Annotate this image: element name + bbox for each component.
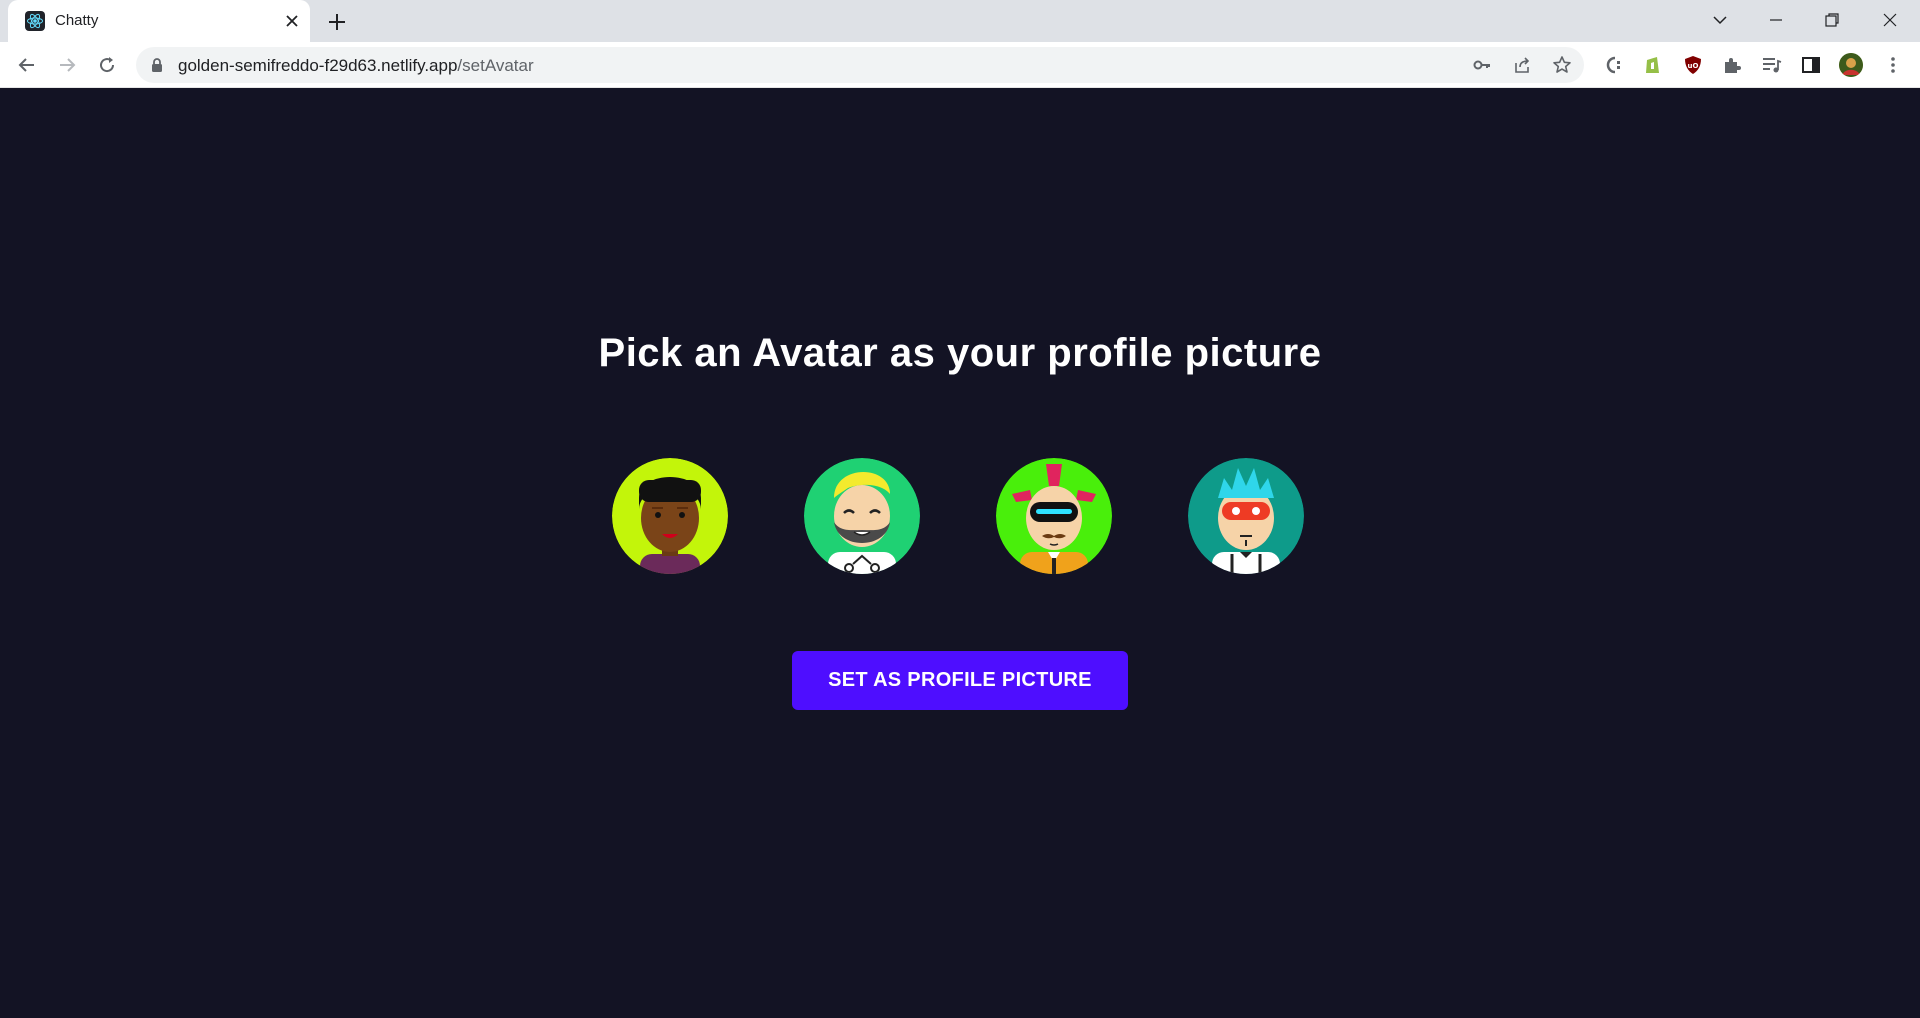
extension-c-icon[interactable] xyxy=(1602,53,1626,77)
page-title: Pick an Avatar as your profile picture xyxy=(598,331,1322,375)
address-bar[interactable]: golden-semifreddo-f29d63.netlify.app/set… xyxy=(136,47,1584,83)
avatar-option-2[interactable] xyxy=(800,454,924,578)
menu-kebab-icon[interactable] xyxy=(1881,53,1905,77)
set-profile-picture-button[interactable]: SET AS PROFILE PICTURE xyxy=(792,651,1128,710)
close-window-icon[interactable] xyxy=(1862,0,1918,40)
set-avatar-page: Pick an Avatar as your profile picture S… xyxy=(0,89,1920,1018)
browser-toolbar: golden-semifreddo-f29d63.netlify.app/set… xyxy=(0,42,1920,88)
url-host: golden-semifreddo-f29d63.netlify.app xyxy=(178,56,458,75)
close-tab-icon[interactable] xyxy=(280,9,304,33)
react-icon xyxy=(25,11,45,31)
back-icon[interactable] xyxy=(11,49,43,81)
tab-title: Chatty xyxy=(55,12,99,29)
extensions-puzzle-icon[interactable] xyxy=(1720,53,1744,77)
avatar-masked-hero-icon xyxy=(1188,458,1304,574)
tab-search-chevron-icon[interactable] xyxy=(1692,0,1748,40)
tab-strip: Chatty xyxy=(0,0,1920,42)
new-tab-button[interactable] xyxy=(323,8,351,36)
side-panel-icon[interactable] xyxy=(1799,53,1823,77)
media-playlist-icon[interactable] xyxy=(1759,53,1783,77)
avatar-list xyxy=(608,454,1308,578)
lock-icon[interactable] xyxy=(150,57,164,78)
url-text: golden-semifreddo-f29d63.netlify.app/set… xyxy=(178,56,534,76)
minimize-icon[interactable] xyxy=(1748,0,1804,40)
profile-avatar-icon[interactable] xyxy=(1839,53,1863,77)
avatar-woman-icon xyxy=(612,458,728,574)
ublock-shield-icon[interactable]: uO xyxy=(1681,53,1705,77)
extension-shopify-icon[interactable] xyxy=(1641,53,1665,77)
avatar-option-4[interactable] xyxy=(1184,454,1308,578)
avatar-punk-goggles-icon xyxy=(996,458,1112,574)
forward-icon[interactable] xyxy=(51,49,83,81)
avatar-option-3[interactable] xyxy=(992,454,1116,578)
svg-text:uO: uO xyxy=(1688,62,1699,70)
key-icon[interactable] xyxy=(1470,53,1494,77)
bookmark-star-icon[interactable] xyxy=(1550,53,1574,77)
avatar-option-1[interactable] xyxy=(608,454,732,578)
url-path: /setAvatar xyxy=(457,56,534,75)
reload-icon[interactable] xyxy=(91,49,123,81)
restore-icon[interactable] xyxy=(1804,0,1860,40)
avatar-bearded-man-icon xyxy=(804,458,920,574)
share-icon[interactable] xyxy=(1510,53,1534,77)
browser-tab[interactable]: Chatty xyxy=(8,0,310,42)
